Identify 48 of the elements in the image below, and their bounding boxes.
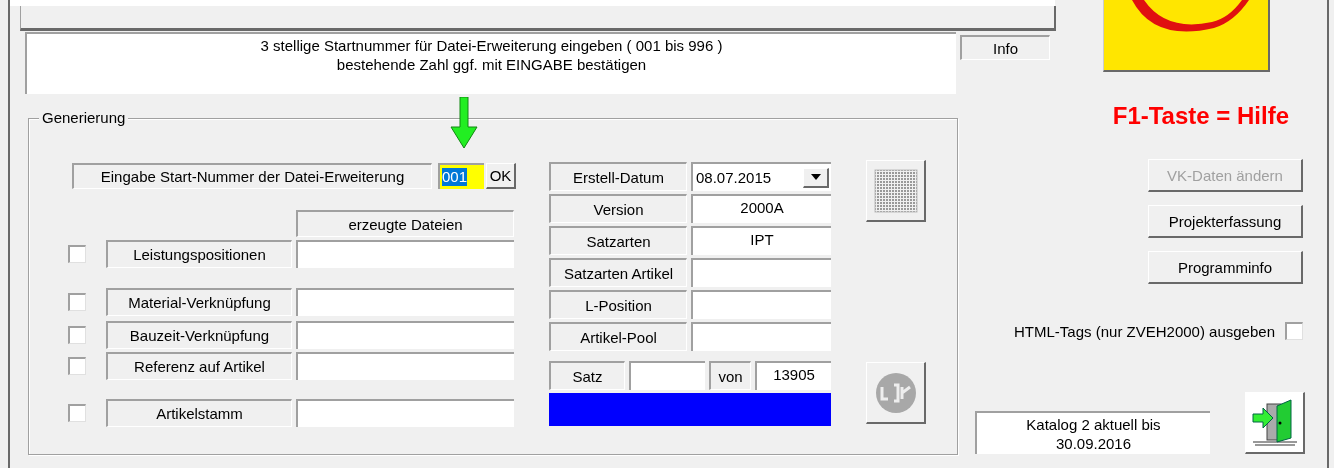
- column-header: erzeugte Dateien: [296, 210, 514, 237]
- checkbox[interactable]: [68, 404, 86, 422]
- checkbox[interactable]: [68, 293, 86, 311]
- grid-button[interactable]: [866, 160, 926, 222]
- field-label: Material-Verknüpfung: [106, 288, 292, 316]
- output-file-field[interactable]: [296, 352, 514, 380]
- output-file-field[interactable]: [296, 321, 514, 349]
- field-label: von: [709, 361, 751, 390]
- checkbox[interactable]: [1285, 322, 1303, 340]
- ok-button[interactable]: OK: [486, 163, 516, 189]
- checkbox[interactable]: [68, 326, 86, 344]
- value-field: IPT: [691, 226, 831, 255]
- info-message: 3 stellige Startnummer für Datei-Erweiterung eingeben ( 001 bis 996 ) bestehende Zahl ggf. mit EINGABE bestätigen: [25, 32, 956, 94]
- help-hint: F1-Taste = Hilfe: [1112, 102, 1289, 130]
- record-total: 13905: [755, 361, 831, 390]
- field-label: L-Position: [549, 290, 687, 319]
- catalog-status: Katalog 2 aktuell bis 30.09.2016: [975, 411, 1210, 454]
- disc-button[interactable]: [866, 362, 926, 424]
- field-label: Eingabe Start-Nummer der Datei-Erweiterung: [72, 163, 432, 189]
- field-label: Version: [549, 194, 687, 223]
- checkbox[interactable]: [68, 357, 86, 375]
- group-title: Generierung: [39, 109, 129, 127]
- action-button[interactable]: Programminfo: [1148, 251, 1303, 284]
- output-file-field[interactable]: [296, 240, 514, 268]
- field-label: Referenz auf Artikel: [106, 352, 292, 380]
- dotted-grid-icon: [873, 168, 918, 213]
- field-label: Satzarten: [549, 226, 687, 255]
- field-label: Leistungspositionen: [106, 240, 292, 268]
- disc-icon: [873, 370, 918, 415]
- field-label: Artikel-Pool: [549, 322, 687, 351]
- checkbox[interactable]: [68, 245, 86, 263]
- value-field: 2000A: [691, 194, 831, 223]
- output-file-field[interactable]: [296, 399, 514, 427]
- field-label: Satzarten Artikel: [549, 258, 687, 287]
- action-button[interactable]: Projekterfassung: [1148, 205, 1303, 238]
- field-label: Satz: [549, 361, 625, 390]
- output-file-field[interactable]: [296, 288, 514, 316]
- checkbox-label: HTML-Tags (nur ZVEH2000) ausgeben: [1014, 322, 1275, 340]
- start-number-input[interactable]: 001: [438, 163, 484, 189]
- field-label: Artikelstamm: [106, 399, 292, 427]
- field-label: Erstell-Datum: [549, 162, 687, 191]
- date-dropdown[interactable]: 08.07.2015: [691, 162, 831, 191]
- field-label: Bauzeit-Verknüpfung: [106, 321, 292, 349]
- door-arrow-icon: [1250, 397, 1299, 448]
- dropdown-caret-icon[interactable]: [803, 167, 829, 188]
- exit-button[interactable]: [1245, 392, 1305, 454]
- down-arrow-icon: [450, 97, 478, 149]
- info-label: Info: [960, 35, 1050, 60]
